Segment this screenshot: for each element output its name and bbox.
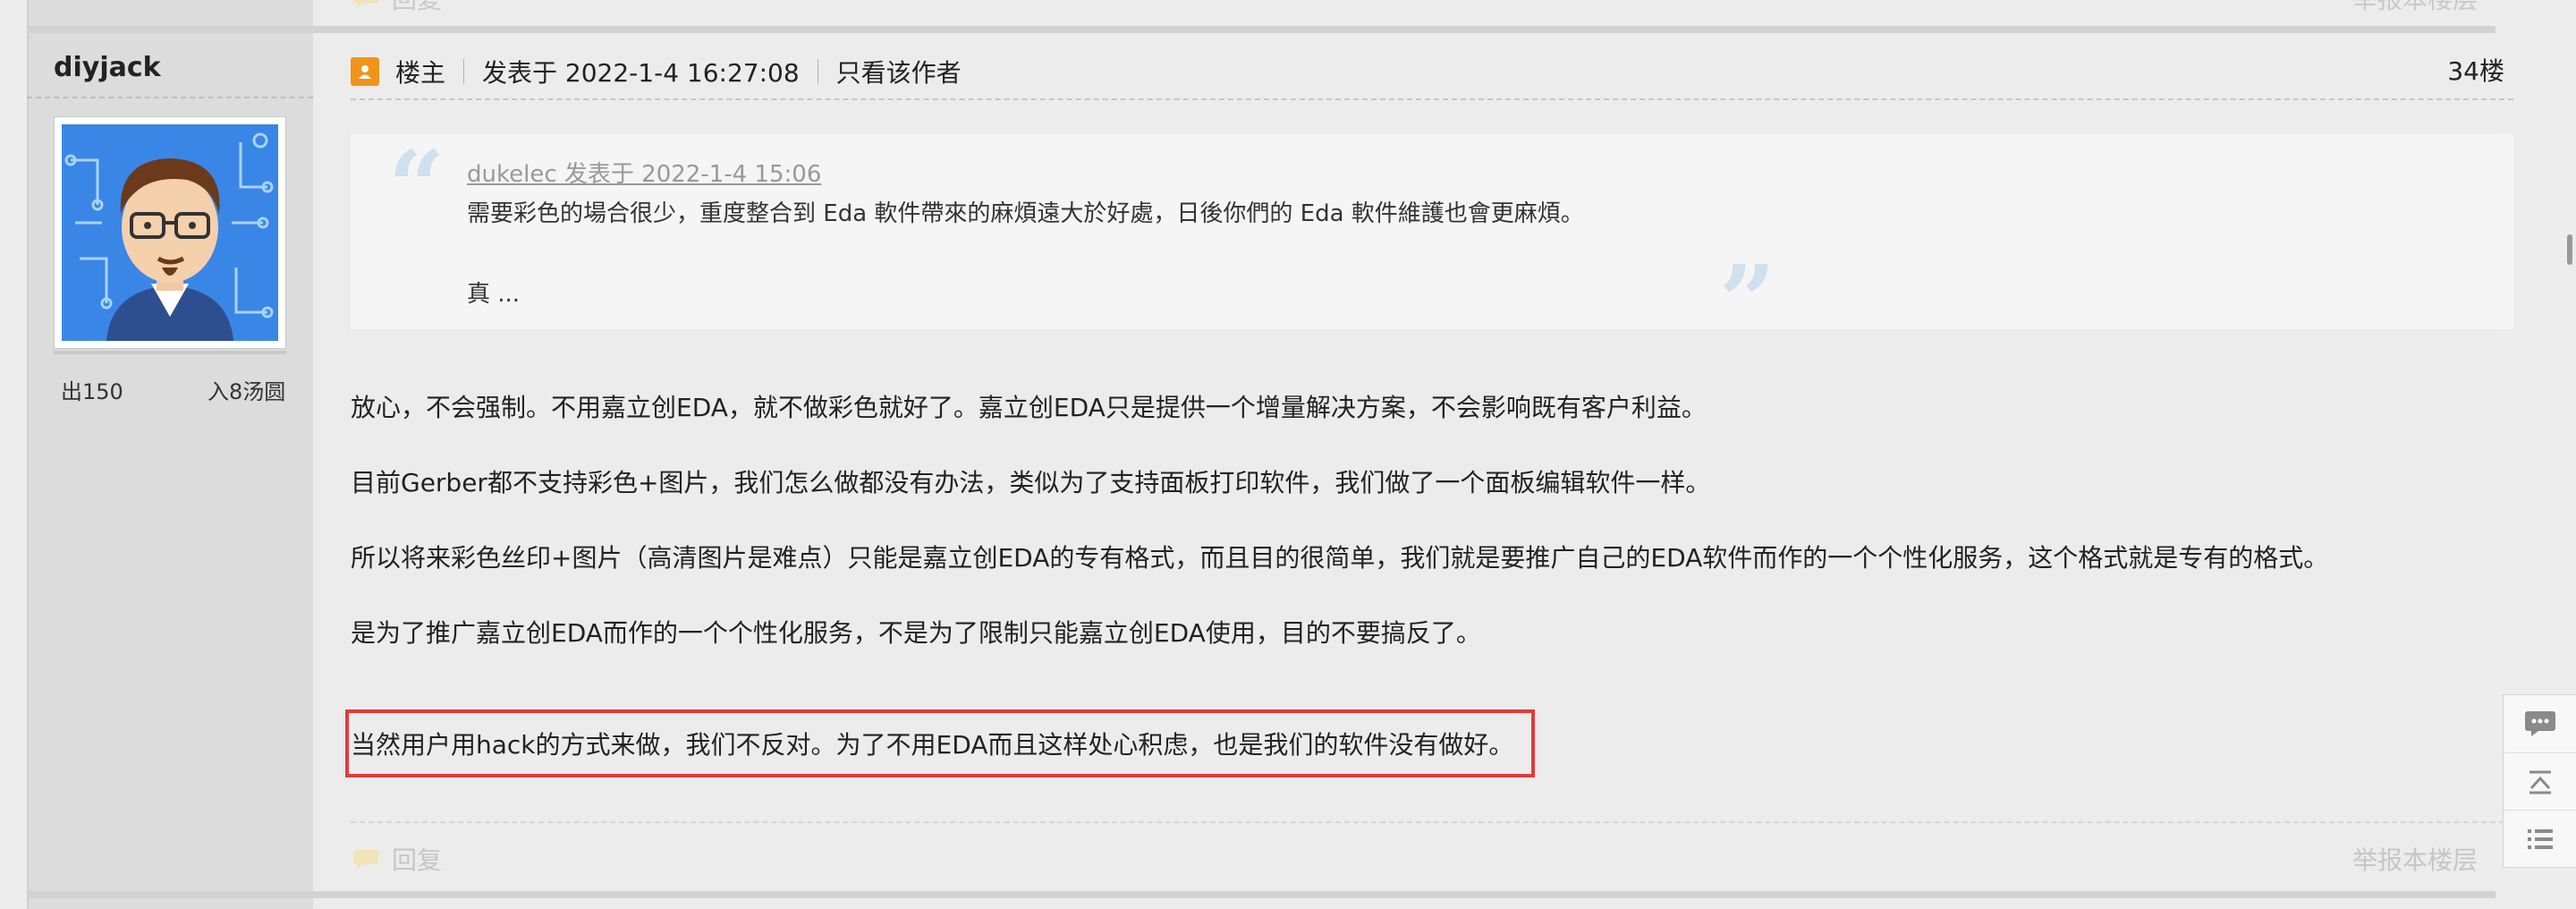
open-quote-icon: “ <box>388 129 445 244</box>
reply-button[interactable]: 回复 <box>352 841 442 877</box>
page-margin <box>0 0 27 909</box>
thread-owner-label: 楼主 <box>395 58 446 88</box>
post-separator <box>27 26 2496 33</box>
prev-reply-button[interactable]: 回复 <box>352 0 442 16</box>
header-separator <box>463 59 465 84</box>
quote-block: “ dukelec 发表于 2022-1-4 15:06 需要彩色的場合很少，重… <box>351 129 2513 351</box>
back-to-top-button[interactable] <box>2504 752 2576 811</box>
author-name[interactable]: diyjack <box>54 52 161 83</box>
avatar-image <box>62 124 278 341</box>
prev-reply-label: 回复 <box>392 0 442 16</box>
quote-author-link[interactable]: dukelec 发表于 2022-1-4 15:06 <box>467 156 821 189</box>
header-divider <box>351 98 2513 100</box>
quote-text: 需要彩色的場合很少，重度整合到 Eda 軟件帶來的麻煩遠大於好處，日後你們的 E… <box>467 200 1584 227</box>
post-paragraph: 是为了推广嘉立创EDA而作的一个个性化服务，不是为了限制只能嘉立创EDA使用，目… <box>351 618 1481 648</box>
only-author-link[interactable]: 只看该作者 <box>836 54 962 89</box>
comment-icon <box>2525 711 2555 736</box>
post-header: 楼主 发表于 2022-1-4 16:27:08 只看该作者 <box>351 54 962 89</box>
scrollbar-thumb[interactable] <box>2567 234 2572 265</box>
avatar[interactable] <box>54 116 286 349</box>
post-paragraph: 目前Gerber都不支持彩色+图片，我们怎么做都没有办法，类似为了支持面板打印软… <box>351 468 1711 497</box>
post-timestamp: 发表于 2022-1-4 16:27:08 <box>482 58 800 88</box>
thread-owner-icon <box>351 57 379 86</box>
stat-in: 入8汤圆 <box>208 379 286 404</box>
reply-label: 回复 <box>392 845 443 875</box>
stat-out: 出150 <box>61 379 123 404</box>
close-quote-icon: ” <box>1719 243 1776 359</box>
comment-button[interactable] <box>2504 695 2576 752</box>
post-paragraph: 所以将来彩色丝印+图片（高清图片是难点）只能是嘉立创EDA的专有格式，而且目的很… <box>351 543 2329 573</box>
report-link[interactable]: 举报本楼层 <box>2352 841 2478 877</box>
floor-number[interactable]: 34楼 <box>2447 54 2504 89</box>
sidebar-divider <box>27 97 313 98</box>
floating-toolbar <box>2503 694 2576 868</box>
reply-bubble-icon <box>353 850 378 869</box>
reply-bubble-icon <box>353 0 378 8</box>
back-to-top-icon <box>2529 770 2551 794</box>
prev-report-link[interactable]: 举报本楼层 <box>2352 0 2478 16</box>
post-separator <box>27 891 2496 898</box>
footer-divider <box>351 821 2513 823</box>
quote-text-truncated: 真 ... <box>467 281 521 308</box>
avatar-underline <box>54 351 286 354</box>
list-icon <box>2528 829 2553 849</box>
post-paragraph: 放心，不会强制。不用嘉立创EDA，就不做彩色就好了。嘉立创EDA只是提供一个增量… <box>351 393 1707 422</box>
highlight-annotation-box <box>345 709 1535 777</box>
list-button[interactable] <box>2504 810 2576 868</box>
